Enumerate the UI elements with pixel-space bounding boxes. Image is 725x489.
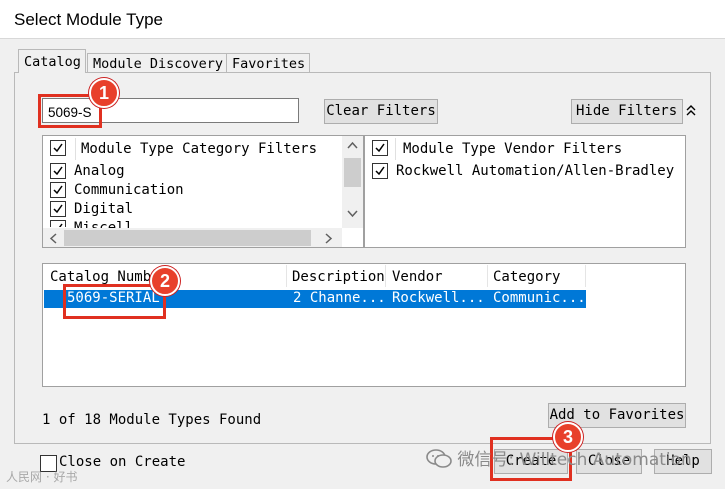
column-header-catalog[interactable]: Catalog Numb [50,269,151,285]
category-vertical-scrollbar[interactable] [342,136,363,228]
category-filters-header: Module Type Category Filters [81,141,318,157]
vendor-filters-panel: Module Type Vendor Filters Rockwell Auto… [364,135,686,248]
found-status-text: 1 of 18 Module Types Found [42,412,262,428]
cell-vendor: Rockwell... [392,290,485,306]
results-table: Catalog Numb Description Vendor Category… [42,263,686,387]
category-filters-panel: Module Type Category Filters Analog Comm… [42,135,364,248]
cell-description: 2 Channe... [293,290,386,306]
header-divider [75,138,76,160]
vendor-checkbox-rockwell[interactable] [372,163,388,183]
category-label-misc: Miscell [74,220,134,228]
category-label-analog: Analog [74,163,125,179]
column-divider [585,265,586,287]
scroll-left-arrow-icon[interactable] [49,233,57,244]
hide-filters-button[interactable]: Hide Filters [571,99,696,124]
column-header-description[interactable]: Description [292,269,385,285]
tab-catalog[interactable]: Catalog [18,49,86,73]
scroll-up-arrow-icon[interactable] [347,141,358,149]
double-chevron-up-icon [686,105,696,116]
annotation-box-row [63,284,166,319]
category-checkbox-digital[interactable] [50,201,66,221]
vendor-header-divider [395,138,396,160]
watermark-wechat: 微信号: Willtech Automation [426,445,692,470]
category-label-digital: Digital [74,201,134,217]
category-horizontal-thumb[interactable] [64,230,311,246]
watermark-bottom-left: 人民网 · 好书 [6,470,78,484]
wechat-logo-icon [426,449,452,468]
clear-filters-button[interactable]: Clear Filters [324,99,438,124]
column-divider [385,265,386,287]
cell-category: Communic... [493,290,586,306]
annotation-badge-1: 1 [89,78,119,108]
scroll-right-arrow-icon[interactable] [325,233,333,244]
catalog-tab-pane [14,72,711,444]
scroll-down-arrow-icon[interactable] [347,210,358,218]
category-vertical-thumb[interactable] [344,158,361,187]
close-on-create-label: Close on Create [59,454,186,470]
category-checkbox-analog[interactable] [50,163,66,183]
category-horizontal-scrollbar[interactable] [43,228,342,247]
column-divider [286,265,287,287]
column-header-category[interactable]: Category [493,269,560,285]
tab-module-discovery[interactable]: Module Discovery [87,53,229,73]
tab-favorites[interactable]: Favorites [226,53,311,73]
title-divider [0,38,725,39]
hide-filters-label: Hide Filters [576,103,678,119]
category-label-communication: Communication [74,182,184,198]
vendor-filters-header-checkbox[interactable] [372,140,388,160]
vendor-filters-header: Module Type Vendor Filters [403,141,623,157]
column-header-vendor[interactable]: Vendor [392,269,443,285]
vendor-label-rockwell: Rockwell Automation/Allen-Bradley [396,163,675,179]
watermark-wechat-text: 微信号: Willtech Automation [457,450,692,470]
window-title: Select Module Type [0,0,725,38]
category-checkbox-communication[interactable] [50,182,66,202]
category-filters-header-checkbox[interactable] [50,140,66,160]
column-divider [487,265,488,287]
category-checkbox-misc[interactable] [50,220,66,227]
annotation-badge-2: 2 [150,266,180,296]
